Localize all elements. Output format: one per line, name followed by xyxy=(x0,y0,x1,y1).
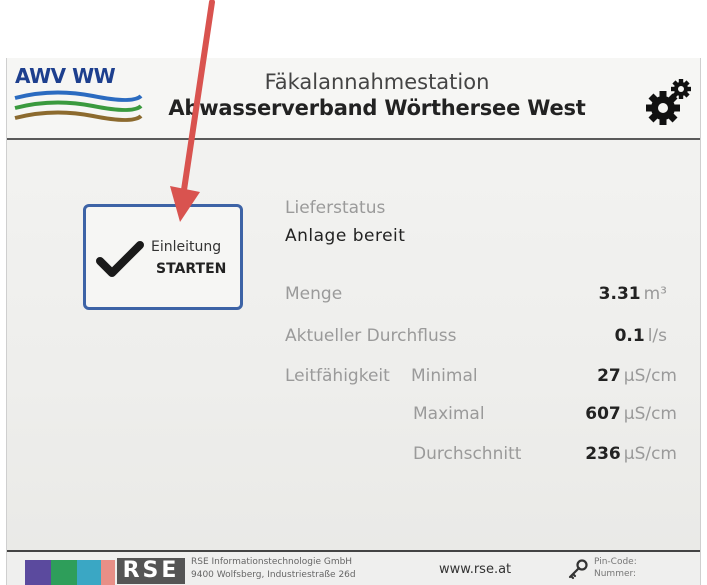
conductivity-min-readout: 27 µS/cm xyxy=(547,366,677,386)
delivery-status-label: Lieferstatus xyxy=(285,198,386,218)
pin-code-label: Pin-Code: xyxy=(594,557,637,567)
kiosk-screen: AWV WW Fäkalannahmestation Abwasserverba… xyxy=(6,58,701,585)
conductivity-avg-readout: 236 µS/cm xyxy=(547,444,677,464)
header-divider xyxy=(7,138,700,140)
flow-unit: l/s xyxy=(647,326,667,346)
conductivity-avg-value: 236 xyxy=(585,444,621,464)
awv-logo: AWV WW xyxy=(13,64,143,130)
start-discharge-button[interactable]: Einleitung STARTEN xyxy=(83,204,243,310)
brand-square-blue xyxy=(77,560,104,585)
brand-square-green xyxy=(51,560,78,585)
flow-value: 0.1 xyxy=(614,326,645,346)
quantity-unit: m³ xyxy=(643,284,667,304)
flow-label: Aktueller Durchfluss xyxy=(285,326,457,346)
start-button-label: Einleitung xyxy=(151,239,222,255)
footer: RSE RSE Informationstechnologie GmbH 940… xyxy=(7,550,700,585)
delivery-status-value: Anlage bereit xyxy=(285,226,406,246)
brand-square-pink xyxy=(101,560,115,585)
logo-waves-icon xyxy=(14,90,143,122)
conductivity-min-unit: µS/cm xyxy=(623,366,677,386)
rse-logo: RSE xyxy=(117,558,185,584)
conductivity-min-label: Minimal xyxy=(411,366,478,386)
start-button-action: STARTEN xyxy=(156,261,227,277)
pin-number-label: Nummer: xyxy=(594,569,637,579)
brand-square-purple xyxy=(25,560,52,585)
pin-code-field[interactable]: Pin-Code: Nummer: xyxy=(594,556,637,580)
quantity-value: 3.31 xyxy=(598,284,641,304)
conductivity-max-unit: µS/cm xyxy=(623,404,677,424)
conductivity-min-value: 27 xyxy=(597,366,621,386)
conductivity-avg-unit: µS/cm xyxy=(623,444,677,464)
conductivity-max-label: Maximal xyxy=(413,404,485,424)
conductivity-max-readout: 607 µS/cm xyxy=(547,404,677,424)
checkmark-icon xyxy=(96,241,144,277)
station-title: Fäkalannahmestation xyxy=(264,70,490,94)
company-name: RSE Informationstechnologie GmbH xyxy=(191,557,353,567)
company-info: RSE Informationstechnologie GmbH 9400 Wo… xyxy=(191,556,356,582)
conductivity-label: Leitfähigkeit xyxy=(285,366,390,386)
gear-icon[interactable] xyxy=(643,76,695,128)
quantity-label: Menge xyxy=(285,284,343,304)
conductivity-avg-label: Durchschnitt xyxy=(413,444,522,464)
website-link: www.rse.at xyxy=(439,562,512,577)
organization-title: Abwasserverband Wörthersee West xyxy=(168,96,586,120)
key-icon[interactable] xyxy=(567,558,589,580)
flow-readout: 0.1 l/s xyxy=(537,326,667,346)
conductivity-max-value: 607 xyxy=(585,404,621,424)
header: AWV WW Fäkalannahmestation Abwasserverba… xyxy=(7,58,700,138)
quantity-readout: 3.31 m³ xyxy=(537,284,667,304)
logo-text: AWV WW xyxy=(15,64,116,88)
company-address: 9400 Wolfsberg, Industriestraße 26d xyxy=(191,570,356,580)
